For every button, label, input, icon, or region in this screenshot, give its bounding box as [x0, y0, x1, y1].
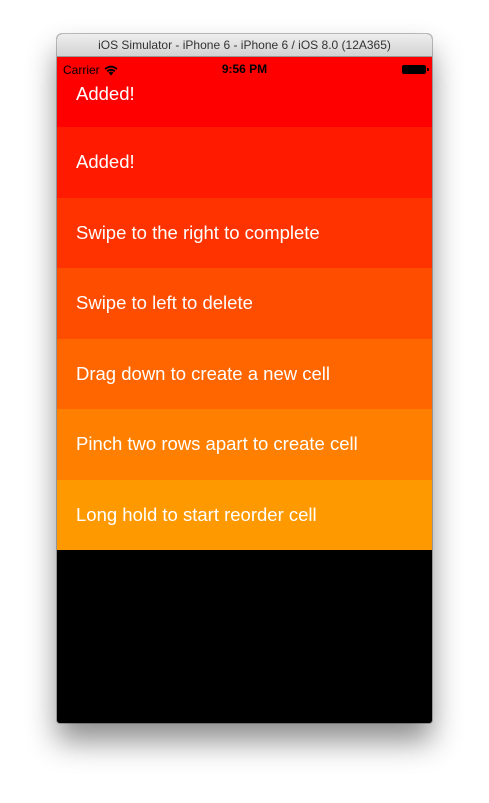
list-item-label: Added! — [76, 151, 135, 173]
list-item-label: Swipe to left to delete — [76, 292, 253, 314]
status-time: 9:56 PM — [221, 62, 268, 76]
window-title: iOS Simulator - iPhone 6 - iPhone 6 / iO… — [98, 38, 391, 52]
list-item[interactable]: Drag down to create a new cell — [57, 338, 432, 409]
simulator-window: iOS Simulator - iPhone 6 - iPhone 6 / iO… — [57, 34, 432, 723]
todo-list[interactable]: Added! Added! Swipe to the right to comple… — [57, 57, 432, 550]
status-bar: Carrier 9:56 PM — [57, 57, 432, 79]
list-item[interactable]: Swipe to left to delete — [57, 268, 432, 339]
list-item-label: Pinch two rows apart to create cell — [76, 433, 358, 455]
list-item-label: Added! — [76, 83, 135, 104]
device-screen: Carrier 9:56 PM Added! Added! Swipe to the… — [57, 57, 432, 723]
list-item-label: Long hold to start reorder cell — [76, 503, 317, 525]
list-item-label: Drag down to create a new cell — [76, 362, 330, 384]
list-item[interactable]: Long hold to start reorder cell — [57, 479, 432, 550]
list-item-label: Swipe to the right to complete — [76, 221, 320, 243]
battery-icon — [402, 65, 429, 74]
window-titlebar[interactable]: iOS Simulator - iPhone 6 - iPhone 6 / iO… — [57, 34, 432, 57]
list-item[interactable]: Pinch two rows apart to create cell — [57, 409, 432, 480]
list-item[interactable]: Swipe to the right to complete — [57, 197, 432, 268]
list-item[interactable]: Added! — [57, 127, 432, 198]
